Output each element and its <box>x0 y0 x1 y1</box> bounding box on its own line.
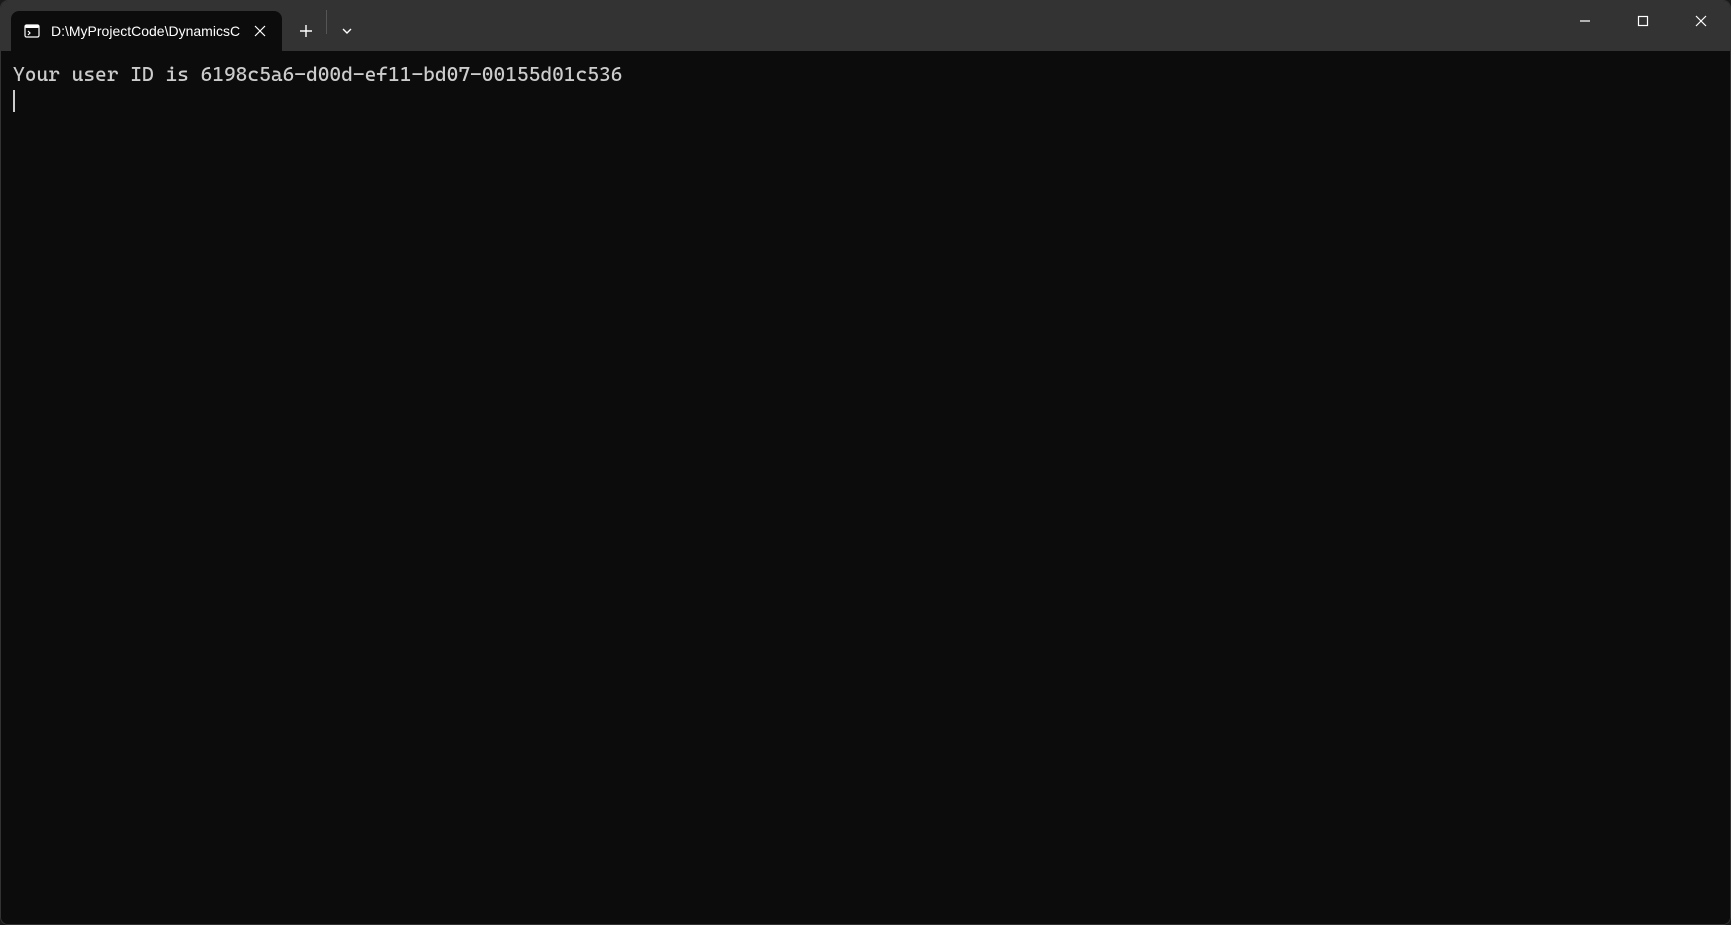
tab-close-button[interactable] <box>250 21 270 41</box>
titlebar[interactable]: D:\MyProjectCode\DynamicsC <box>1 1 1730 51</box>
tab-dropdown-button[interactable] <box>327 11 367 51</box>
tabs-region: D:\MyProjectCode\DynamicsC <box>1 1 367 51</box>
tab-title: D:\MyProjectCode\DynamicsC <box>51 23 240 39</box>
terminal-content[interactable]: Your user ID is 6198c5a6-d00d-ef11-bd07-… <box>1 51 1730 924</box>
minimize-button[interactable] <box>1556 1 1614 41</box>
terminal-icon <box>23 22 41 40</box>
text-cursor <box>13 90 15 112</box>
maximize-button[interactable] <box>1614 1 1672 41</box>
window-controls <box>1556 1 1730 51</box>
output-line: Your user ID is 6198c5a6-d00d-ef11-bd07-… <box>13 62 622 86</box>
terminal-window: D:\MyProjectCode\DynamicsC <box>0 0 1731 925</box>
tab-active[interactable]: D:\MyProjectCode\DynamicsC <box>11 11 282 51</box>
close-window-button[interactable] <box>1672 1 1730 41</box>
new-tab-button[interactable] <box>286 11 326 51</box>
